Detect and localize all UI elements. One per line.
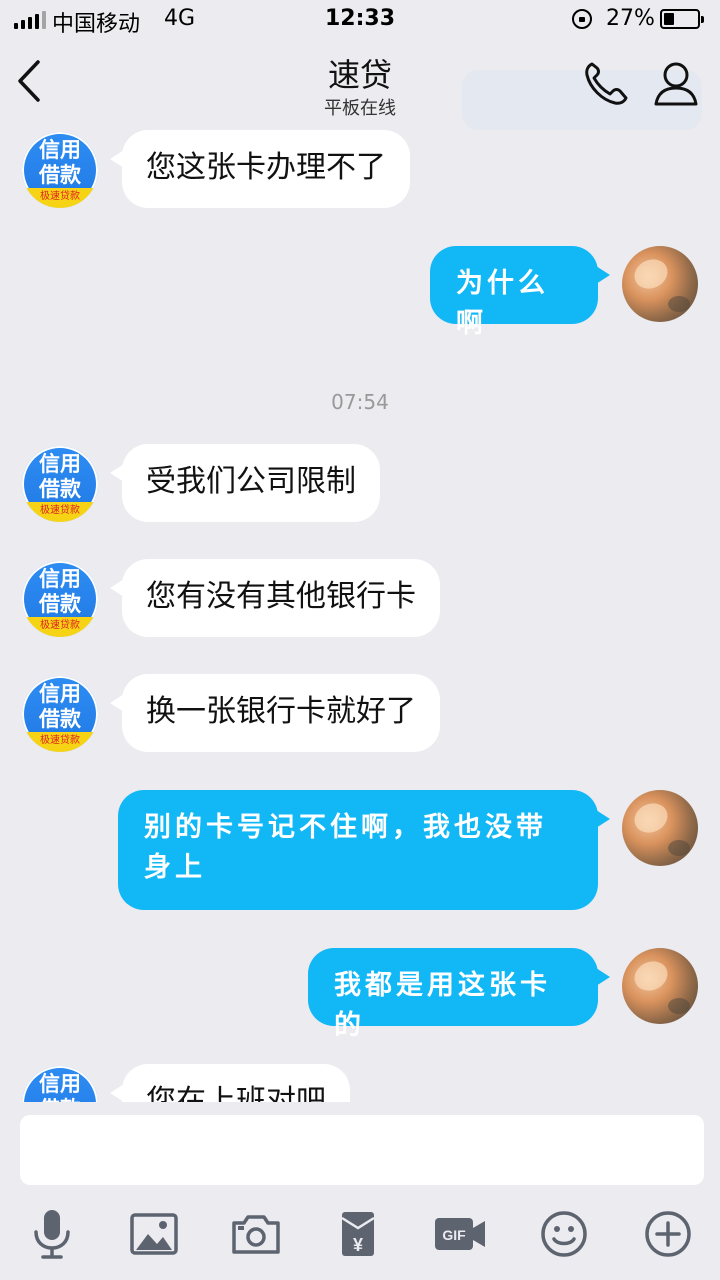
person-icon[interactable]: [650, 58, 702, 110]
incoming-message[interactable]: 您这张卡办理不了: [110, 130, 410, 208]
input-panel: ¥ GIF: [0, 1102, 720, 1280]
svg-text:GIF: GIF: [442, 1227, 466, 1243]
gif-icon[interactable]: GIF: [432, 1206, 488, 1262]
incoming-message[interactable]: 换一张银行卡就好了: [110, 674, 440, 752]
chat-message-list[interactable]: 信用 借款 极速贷款 您这张卡办理不了 为什么啊 07:54 信用 借款 极速贷…: [0, 122, 720, 1102]
incoming-message[interactable]: 您有没有其他银行卡: [110, 559, 440, 637]
image-icon[interactable]: [126, 1206, 182, 1262]
incoming-message[interactable]: 受我们公司限制: [110, 444, 380, 522]
sender-avatar[interactable]: 信用 借款 极速贷款: [22, 676, 98, 752]
message-input[interactable]: [20, 1115, 704, 1185]
microphone-icon[interactable]: [24, 1206, 80, 1262]
incoming-message[interactable]: 您在上班对吧: [110, 1064, 350, 1102]
plus-icon[interactable]: [640, 1206, 696, 1262]
battery-icon: [660, 9, 704, 29]
message-timestamp: 07:54: [331, 390, 389, 414]
my-avatar[interactable]: [622, 948, 698, 1024]
outgoing-message[interactable]: 为什么啊: [430, 246, 610, 339]
my-avatar[interactable]: [622, 246, 698, 322]
sender-avatar[interactable]: 信用 借款 极速贷款: [22, 132, 98, 208]
status-bar: 中国移动 4G 12:33 27%: [0, 0, 720, 40]
phone-icon[interactable]: [580, 58, 634, 110]
sender-avatar[interactable]: 信用 借款 极速贷款: [22, 1066, 98, 1102]
outgoing-message[interactable]: 我都是用这张卡的: [308, 948, 610, 1041]
chat-header: 速贷 平板在线: [0, 40, 720, 130]
emoji-icon[interactable]: [536, 1206, 592, 1262]
camera-icon[interactable]: [228, 1206, 284, 1262]
sender-avatar[interactable]: 信用 借款 极速贷款: [22, 561, 98, 637]
rotation-lock-icon: [572, 9, 592, 29]
red-packet-icon[interactable]: ¥: [330, 1206, 386, 1262]
input-toolbar: ¥ GIF: [0, 1198, 720, 1268]
svg-text:¥: ¥: [353, 1235, 363, 1255]
battery-percent: 27%: [606, 6, 655, 31]
sender-avatar[interactable]: 信用 借款 极速贷款: [22, 446, 98, 522]
my-avatar[interactable]: [622, 790, 698, 866]
outgoing-message[interactable]: 别的卡号记不住啊，我也没带身上: [118, 790, 610, 910]
